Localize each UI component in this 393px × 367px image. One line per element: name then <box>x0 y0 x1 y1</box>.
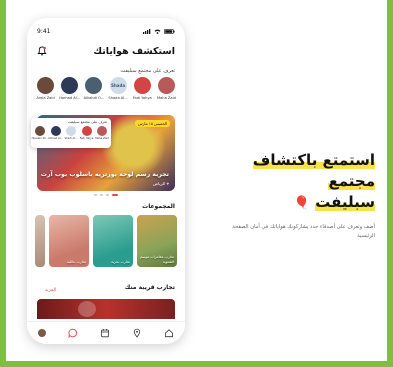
person-item[interactable]: Maha Zaid <box>156 77 177 100</box>
person-item[interactable]: Alkahdi O... <box>83 77 104 100</box>
carousel-dot[interactable] <box>106 194 109 196</box>
person-item[interactable]: Maha Zaid <box>95 126 109 140</box>
avatar: Shada <box>109 77 127 94</box>
nearby-experience-card[interactable] <box>37 299 175 319</box>
suggest-label: تعرف على مجتمع سبليفت <box>120 68 175 74</box>
person-name: Hamad Al... <box>59 96 81 100</box>
person-name: Alkahdi O... <box>83 96 105 100</box>
carousel-dot[interactable] <box>94 194 97 196</box>
avatar <box>157 77 175 94</box>
group-card[interactable]: تجارب عائلية <box>49 215 89 267</box>
group-label: تجارب عائلية <box>66 259 86 264</box>
person-item[interactable]: Areia Zaid <box>35 77 56 100</box>
person-item[interactable]: Shada Shada Al... <box>108 77 129 100</box>
person-name: Ahmed Al... <box>48 137 63 140</box>
status-icons <box>143 28 175 34</box>
person-item[interactable]: Shadi Al... <box>64 126 78 140</box>
avatar <box>50 126 61 136</box>
signal-icon <box>143 28 151 34</box>
groups-list: تجارب مغامرات موسم الشتوية تجارب بحرية ت… <box>35 215 177 267</box>
chat-icon[interactable] <box>68 328 78 338</box>
promo-title: استمتع باكتشاف مجتمع سبليفت 🎈 <box>215 150 375 213</box>
avatar <box>35 126 45 136</box>
person-name: Shada Al... <box>108 96 128 100</box>
person-name: Shadi Al... <box>64 137 78 140</box>
avatar <box>97 126 107 136</box>
battery-icon <box>164 28 175 34</box>
nearby-more-link[interactable]: المزيد <box>45 288 56 293</box>
nearby-title: تجارب قريبة منك <box>124 284 175 291</box>
groups-title: المجموعات <box>142 203 175 210</box>
featured-location: ⌖ الرياض <box>153 181 169 186</box>
location-icon: ⌖ <box>166 181 169 186</box>
person-name: Maha Zaid <box>157 96 176 100</box>
bell-icon[interactable] <box>37 46 47 56</box>
suggest-popup: تعرف على مجتمع سبليفت Hussein Sh... Ahme… <box>31 118 111 148</box>
popup-people: Hussein Sh... Ahmed Al... Shadi Al... Fa… <box>31 126 109 140</box>
promo-title-line1: استمتع باكتشاف مجتمع <box>252 151 375 190</box>
popup-label: تعرف على مجتمع سبليفت <box>67 120 107 124</box>
person-item[interactable]: Hussein Sh... <box>31 126 49 140</box>
promo-title-line2: سبليفت <box>315 193 375 211</box>
carousel-dot[interactable] <box>100 194 103 196</box>
wifi-icon <box>154 29 161 34</box>
carousel-dots <box>27 194 185 196</box>
person-item[interactable]: Fadi Yahya <box>79 126 94 140</box>
person-name: Maha Zaid <box>95 137 109 140</box>
group-card[interactable]: تجارب بحرية <box>93 215 133 267</box>
group-label: تجارب بحرية <box>111 259 130 264</box>
avatar <box>37 77 54 94</box>
avatar <box>133 77 151 94</box>
date-badge: الخميس ١٥ مارس <box>134 120 170 127</box>
person-name: Areia Zaid <box>36 96 55 100</box>
status-time: 9:41 <box>37 27 51 35</box>
balloon-icon: 🎈 <box>293 196 310 211</box>
avatar <box>61 77 79 94</box>
featured-caption: تجربة رسم لوحة بورتريه باسلوب بوب آرت <box>40 171 169 178</box>
suggested-people: Areia Zaid Hamad Al... Alkahdi O... Shad… <box>35 77 177 100</box>
avatar <box>66 126 76 136</box>
person-name: Fadi Yahya <box>79 137 94 140</box>
home-icon[interactable] <box>164 328 174 338</box>
carousel-dot-active[interactable] <box>112 194 118 196</box>
avatar <box>81 126 92 136</box>
group-label: تجارب مغامرات موسم الشتوية <box>139 255 174 264</box>
phone-mockup: 9:41 استكشف هواياتك تعرف على مجتمع سبليف… <box>27 18 185 344</box>
app-header: استكشف هواياتك <box>37 42 175 60</box>
person-item[interactable]: Fadi Yahya <box>132 77 153 100</box>
location-pin-icon[interactable] <box>132 328 142 338</box>
group-card[interactable]: تجارب مغامرات موسم الشتوية <box>137 215 177 267</box>
bottom-tab-bar <box>27 321 185 344</box>
promo-description: أضف وتعرف على أصدقاء جدد يشاركونك هوايات… <box>232 224 375 240</box>
promo-section: استمتع باكتشاف مجتمع سبليفت 🎈 أضف وتعرف … <box>215 150 375 241</box>
status-bar: 9:41 <box>37 26 175 36</box>
person-name: Hussein Sh... <box>31 137 49 140</box>
person-item[interactable]: Ahmed Al... <box>48 126 63 140</box>
group-card[interactable] <box>35 215 45 267</box>
calendar-icon[interactable] <box>100 328 110 338</box>
location-text: الرياض <box>153 181 166 186</box>
person-item[interactable]: Hamad Al... <box>59 77 80 100</box>
profile-avatar-tab[interactable] <box>38 329 46 337</box>
person-name: Fadi Yahya <box>132 96 152 100</box>
page-title: استكشف هواياتك <box>93 45 175 57</box>
avatar <box>85 77 103 94</box>
